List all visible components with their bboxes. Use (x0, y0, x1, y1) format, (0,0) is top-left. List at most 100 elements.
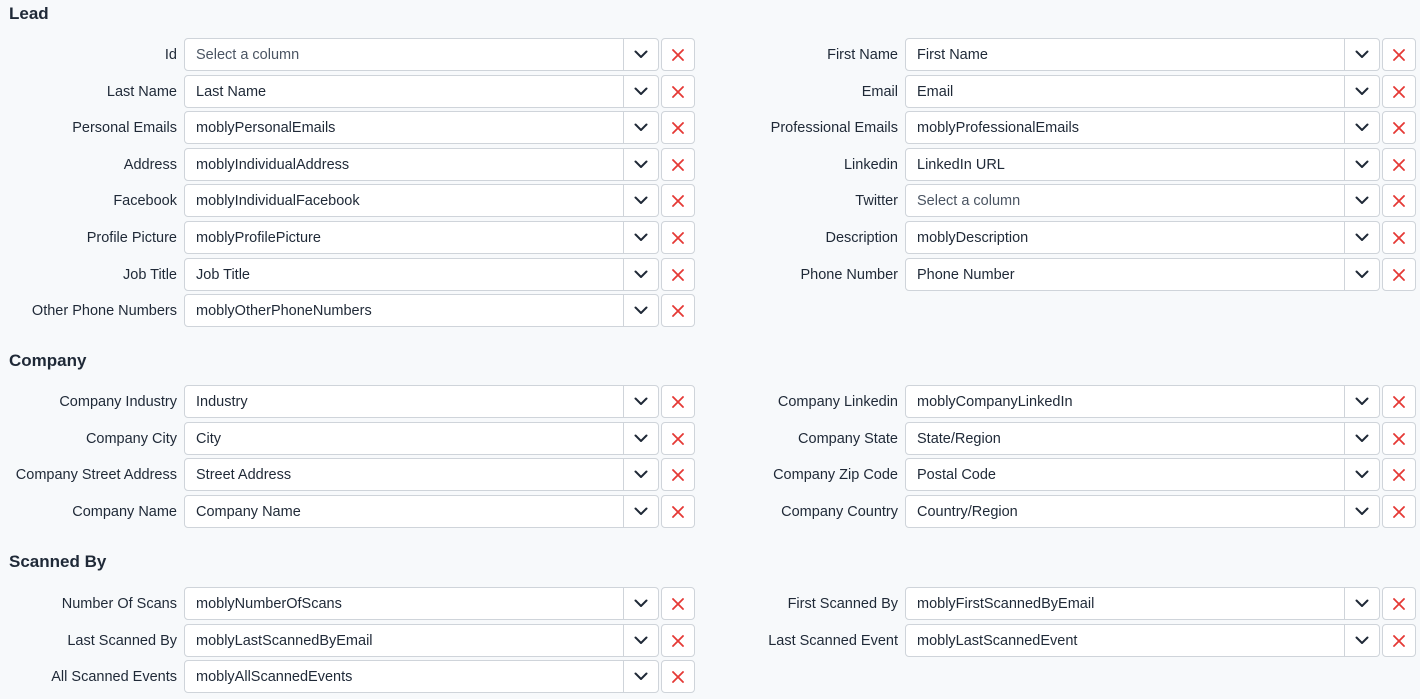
column-select[interactable]: Phone Number (905, 258, 1380, 291)
chevron-down-icon[interactable] (623, 386, 658, 417)
clear-mapping-button[interactable] (661, 294, 695, 327)
clear-mapping-button[interactable] (661, 221, 695, 254)
clear-mapping-button[interactable] (661, 148, 695, 181)
select-value: moblyOtherPhoneNumbers (196, 302, 372, 319)
column-select[interactable]: Postal Code (905, 458, 1380, 491)
field-label: Job Title (123, 266, 177, 283)
clear-mapping-button[interactable] (1382, 75, 1416, 108)
clear-mapping-button[interactable] (1382, 38, 1416, 71)
chevron-down-icon[interactable] (623, 39, 658, 70)
clear-mapping-button[interactable] (661, 660, 695, 693)
clear-mapping-button[interactable] (661, 184, 695, 217)
clear-mapping-button[interactable] (661, 385, 695, 418)
chevron-down-icon[interactable] (623, 423, 658, 454)
select-value: moblyCompanyLinkedIn (917, 393, 1073, 410)
clear-mapping-button[interactable] (661, 624, 695, 657)
chevron-down-icon[interactable] (1344, 185, 1379, 216)
chevron-down-icon[interactable] (1344, 386, 1379, 417)
close-icon (1393, 634, 1405, 647)
clear-mapping-button[interactable] (1382, 385, 1416, 418)
column-select[interactable]: moblyIndividualFacebook (184, 184, 659, 217)
column-select[interactable]: Street Address (184, 458, 659, 491)
column-select[interactable]: Last Name (184, 75, 659, 108)
field-label: Company Linkedin (777, 393, 898, 410)
chevron-down-icon[interactable] (623, 661, 658, 692)
column-select[interactable]: moblyNumberOfScans (184, 587, 659, 620)
close-icon (672, 432, 684, 445)
chevron-down-icon[interactable] (623, 76, 658, 107)
mapping-row-first-scanned-by: First Scanned By moblyFirstScannedByEmail (713, 587, 1416, 620)
clear-mapping-button[interactable] (1382, 148, 1416, 181)
chevron-down-icon[interactable] (1344, 76, 1379, 107)
column-select[interactable]: moblyProfessionalEmails (905, 111, 1380, 144)
chevron-down-icon[interactable] (623, 259, 658, 290)
clear-mapping-button[interactable] (1382, 422, 1416, 455)
select-placeholder: Select a column (196, 46, 300, 63)
clear-mapping-button[interactable] (1382, 184, 1416, 217)
close-icon (672, 48, 684, 61)
column-select[interactable]: Job Title (184, 258, 659, 291)
chevron-down-icon[interactable] (623, 496, 658, 527)
close-icon (672, 268, 684, 281)
column-select[interactable]: moblyLastScannedEvent (905, 624, 1380, 657)
column-select[interactable]: Select a column (905, 184, 1380, 217)
chevron-down-icon[interactable] (623, 112, 658, 143)
chevron-down-icon[interactable] (623, 222, 658, 253)
chevron-down-icon[interactable] (1344, 259, 1379, 290)
column-select[interactable]: moblyPersonalEmails (184, 111, 659, 144)
chevron-down-icon[interactable] (1344, 625, 1379, 656)
clear-mapping-button[interactable] (1382, 221, 1416, 254)
clear-mapping-button[interactable] (661, 258, 695, 291)
clear-mapping-button[interactable] (661, 75, 695, 108)
clear-mapping-button[interactable] (661, 38, 695, 71)
column-select[interactable]: moblyIndividualAddress (184, 148, 659, 181)
column-select[interactable]: moblyAllScannedEvents (184, 660, 659, 693)
select-value: moblyIndividualAddress (196, 156, 350, 173)
clear-mapping-button[interactable] (661, 422, 695, 455)
clear-mapping-button[interactable] (1382, 258, 1416, 291)
clear-mapping-button[interactable] (661, 111, 695, 144)
chevron-down-icon[interactable] (1344, 222, 1379, 253)
clear-mapping-button[interactable] (661, 458, 695, 491)
column-select[interactable]: LinkedIn URL (905, 148, 1380, 181)
clear-mapping-button[interactable] (661, 495, 695, 528)
select-placeholder: Select a column (917, 192, 1021, 209)
chevron-down-icon[interactable] (623, 459, 658, 490)
chevron-down-icon[interactable] (1344, 423, 1379, 454)
clear-mapping-button[interactable] (1382, 587, 1416, 620)
mapping-row-company-country: Company Country Country/Region (713, 495, 1416, 528)
chevron-down-icon[interactable] (623, 625, 658, 656)
mapping-row-first-name: First Name First Name (713, 38, 1416, 71)
column-select[interactable]: City (184, 422, 659, 455)
column-select[interactable]: Country/Region (905, 495, 1380, 528)
clear-mapping-button[interactable] (1382, 495, 1416, 528)
clear-mapping-button[interactable] (1382, 624, 1416, 657)
chevron-down-icon[interactable] (623, 149, 658, 180)
field-label: Company Country (781, 503, 898, 520)
chevron-down-icon[interactable] (1344, 459, 1379, 490)
column-select[interactable]: Select a column (184, 38, 659, 71)
column-select[interactable]: moblyProfilePicture (184, 221, 659, 254)
chevron-down-icon[interactable] (1344, 39, 1379, 70)
column-select[interactable]: moblyLastScannedByEmail (184, 624, 659, 657)
chevron-down-icon[interactable] (1344, 496, 1379, 527)
column-select[interactable]: First Name (905, 38, 1380, 71)
chevron-down-icon[interactable] (623, 295, 658, 326)
chevron-down-icon[interactable] (1344, 112, 1379, 143)
column-select[interactable]: moblyOtherPhoneNumbers (184, 294, 659, 327)
chevron-down-icon[interactable] (1344, 149, 1379, 180)
column-select[interactable]: Email (905, 75, 1380, 108)
clear-mapping-button[interactable] (1382, 111, 1416, 144)
column-select[interactable]: moblyDescription (905, 221, 1380, 254)
clear-mapping-button[interactable] (661, 587, 695, 620)
chevron-down-icon[interactable] (623, 588, 658, 619)
column-select[interactable]: Company Name (184, 495, 659, 528)
column-select[interactable]: State/Region (905, 422, 1380, 455)
column-select[interactable]: Industry (184, 385, 659, 418)
field-label: First Name (827, 46, 898, 63)
chevron-down-icon[interactable] (1344, 588, 1379, 619)
column-select[interactable]: moblyCompanyLinkedIn (905, 385, 1380, 418)
clear-mapping-button[interactable] (1382, 458, 1416, 491)
column-select[interactable]: moblyFirstScannedByEmail (905, 587, 1380, 620)
chevron-down-icon[interactable] (623, 185, 658, 216)
